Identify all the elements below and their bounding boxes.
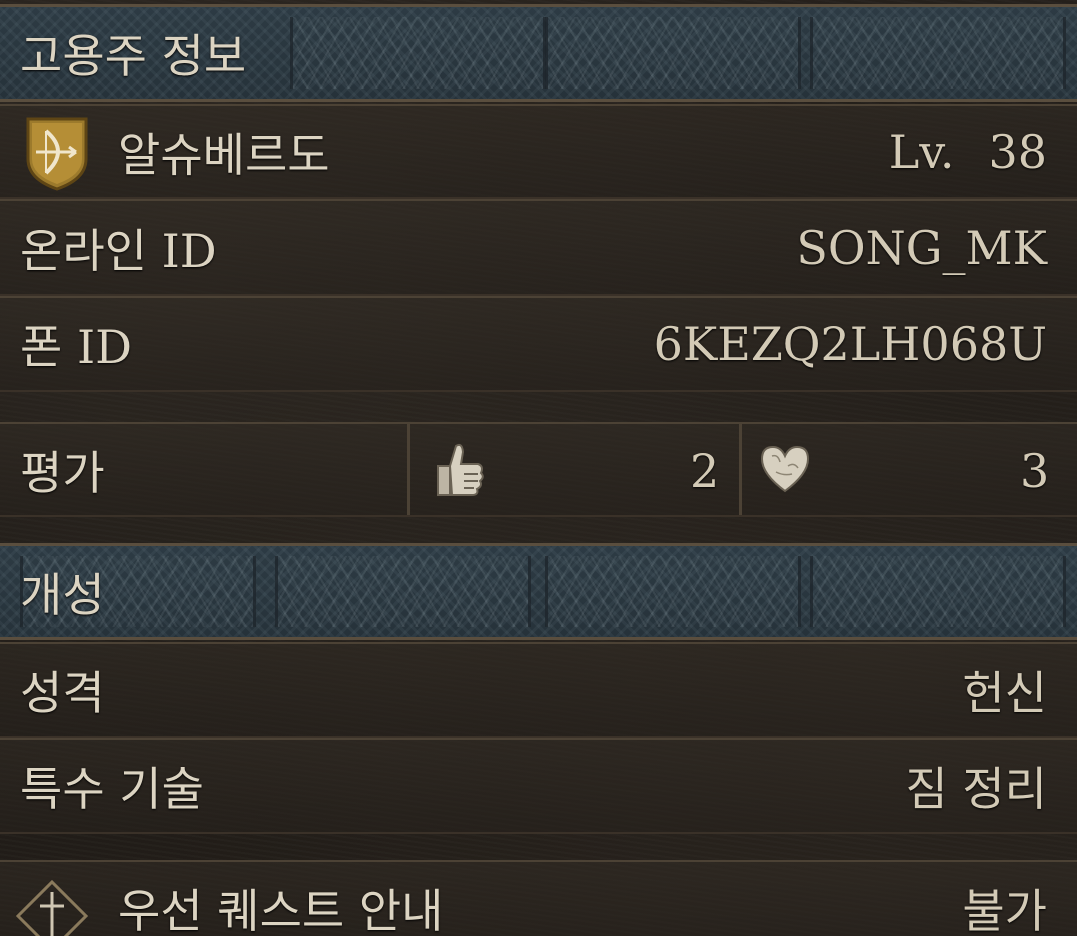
rating-divider: [407, 424, 410, 515]
personality-value: 헌신: [962, 666, 1047, 720]
header-ornament: [810, 556, 1066, 627]
quest-guide-row[interactable]: 우선 퀘스트 안내 불가: [0, 860, 1077, 936]
header-ornament: [545, 556, 801, 627]
rating-divider: [739, 424, 742, 515]
special-skill-row[interactable]: 특수 기술 짐 정리: [0, 738, 1077, 834]
pawn-id-row[interactable]: 폰 ID 6KEZQ2LH068U: [0, 296, 1077, 392]
heart-icon: [758, 444, 812, 498]
heart-count: 3: [1020, 444, 1050, 498]
online-id-row[interactable]: 온라인 ID SONG_MK: [0, 199, 1077, 296]
special-skill-label: 특수 기술: [20, 762, 204, 816]
thumbs-up-count: 2: [690, 444, 720, 498]
online-id-value: SONG_MK: [796, 220, 1047, 275]
special-skill-value: 짐 정리: [905, 762, 1047, 816]
personality-row[interactable]: 성격 헌신: [0, 642, 1077, 738]
online-id-label: 온라인 ID: [20, 223, 217, 278]
personality-header: 개성: [0, 543, 1077, 640]
pawn-id-value: 6KEZQ2LH068U: [653, 317, 1047, 371]
character-row[interactable]: 알슈베르도 Lv. 38: [0, 104, 1077, 199]
personality-title: 개성: [20, 567, 105, 622]
employer-info-header: 고용주 정보: [0, 4, 1077, 102]
pawn-id-label: 폰 ID: [20, 320, 132, 374]
level-value: 38: [988, 124, 1047, 179]
header-ornament: [810, 17, 1066, 89]
personality-label: 성격: [20, 666, 105, 720]
level-display: Lv. 38: [889, 125, 1077, 179]
pawn-info-panel: 고용주 정보 알슈베르도 Lv. 38 온라인 ID SONG_MK 폰 ID 6…: [0, 0, 1077, 936]
quest-guide-value: 불가: [962, 884, 1047, 936]
rating-label: 평가: [20, 445, 105, 500]
thumbs-up-icon: [434, 440, 486, 502]
character-name: 알슈베르도: [118, 127, 330, 182]
employer-info-title: 고용주 정보: [20, 29, 247, 83]
header-ornament: [275, 556, 531, 627]
quest-guide-label: 우선 퀘스트 안내: [118, 884, 444, 936]
level-label: Lv.: [888, 124, 955, 179]
rating-row: 평가 2 3: [0, 422, 1077, 517]
header-ornament: [290, 17, 546, 89]
header-ornament: [545, 17, 801, 89]
